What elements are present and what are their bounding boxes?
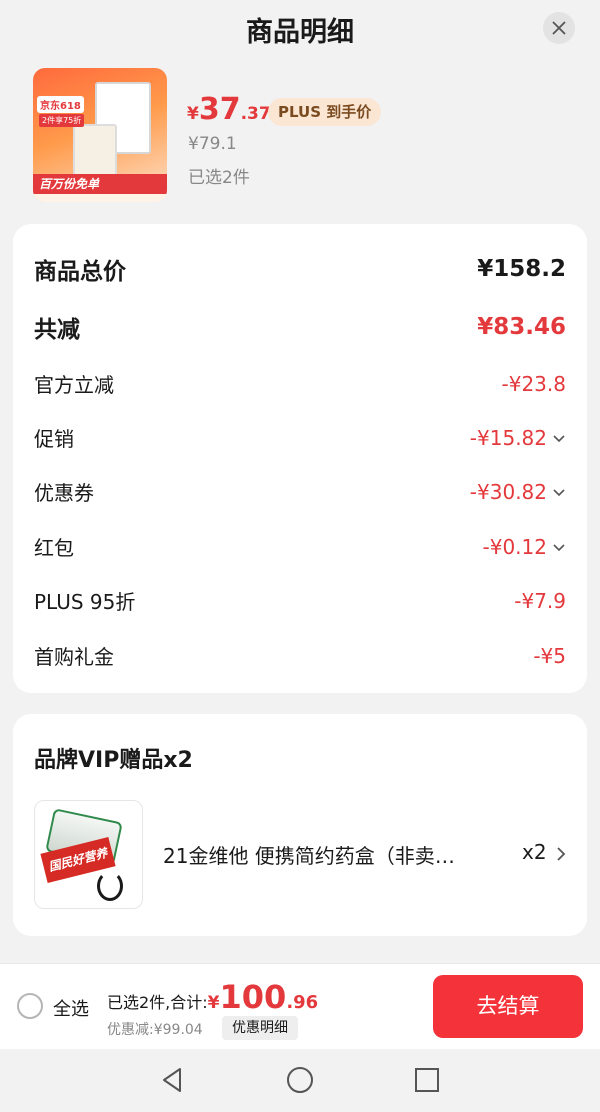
price-row-label: 优惠券 bbox=[34, 481, 94, 505]
page-title: 商品明细 bbox=[246, 17, 354, 48]
price-row-value: ¥83.46 bbox=[477, 314, 566, 340]
price-row-red-packet[interactable]: 红包 -¥0.12 bbox=[34, 532, 566, 561]
price-row-label: 共减 bbox=[34, 317, 80, 343]
price-row-label: 官方立减 bbox=[34, 373, 114, 397]
discount-amount: 优惠减:¥99.04 bbox=[107, 1022, 203, 1038]
product-image-banner: 百万份免单 bbox=[33, 174, 167, 194]
price-row-value: -¥23.8 bbox=[501, 371, 566, 396]
price-row-label: PLUS 95折 bbox=[34, 590, 136, 614]
nav-home-icon[interactable] bbox=[285, 1065, 315, 1095]
gift-name[interactable]: 21金维他 便携简约药盒（非卖品） bbox=[163, 840, 473, 869]
select-all-label[interactable]: 全选 bbox=[53, 995, 89, 1021]
price-row-label: 红包 bbox=[34, 536, 74, 560]
price-row-label: 首购礼金 bbox=[34, 645, 114, 669]
gift-image[interactable]: 国民好营养 bbox=[34, 800, 143, 909]
nav-recent-icon[interactable] bbox=[412, 1065, 442, 1095]
total-label: 已选2件,合计: bbox=[107, 993, 208, 1012]
price-row-label: 商品总价 bbox=[34, 259, 126, 285]
price-row-plus-discount: PLUS 95折 -¥7.9 bbox=[34, 586, 566, 615]
price-row-value-wrap: -¥30.82 bbox=[470, 480, 566, 504]
chevron-down-icon bbox=[553, 488, 565, 496]
price-detail-card: 商品总价 ¥158.2 共减 ¥83.46 官方立减 -¥23.8 促销 -¥1… bbox=[13, 224, 587, 693]
price-row-value-wrap: -¥0.12 bbox=[483, 535, 566, 559]
product-image-strip bbox=[33, 194, 167, 202]
product-image-tag: 京东618 bbox=[37, 96, 84, 113]
chevron-down-icon bbox=[553, 543, 565, 551]
price-row-value: -¥7.9 bbox=[514, 588, 566, 613]
plus-price-badge: PLUS 到手价 bbox=[268, 98, 382, 126]
price-row-official-discount: 官方立减 -¥23.8 bbox=[34, 369, 566, 398]
price-row-promotion[interactable]: 促销 -¥15.82 bbox=[34, 423, 566, 452]
selected-count: 已选2件 bbox=[188, 168, 250, 188]
product-image-tag-2: 2件享75折 bbox=[39, 114, 85, 127]
price-row-first-purchase-credit: 首购礼金 -¥5 bbox=[34, 641, 566, 670]
product-image[interactable]: 京东618 2件享75折 百万份免单 bbox=[33, 68, 167, 202]
price-row-total-reduction: 共减 ¥83.46 bbox=[34, 310, 566, 344]
price-row-value: ¥158.2 bbox=[477, 256, 566, 282]
total-decimal: .96 bbox=[286, 992, 319, 1013]
lanyard-graphic bbox=[97, 871, 123, 901]
price-row-coupon[interactable]: 优惠券 -¥30.82 bbox=[34, 477, 566, 506]
product-box-graphic-2 bbox=[73, 124, 117, 178]
price-currency: ¥ bbox=[187, 104, 199, 124]
nav-back-icon[interactable] bbox=[158, 1065, 188, 1095]
total-summary: 已选2件,合计: ¥ 100 .96 bbox=[107, 978, 318, 1016]
price-row-value: -¥30.82 bbox=[469, 479, 547, 504]
close-icon bbox=[552, 21, 566, 35]
total-currency: ¥ bbox=[207, 993, 220, 1013]
gift-title: 品牌VIP赠品x2 bbox=[34, 748, 193, 773]
product-price: ¥ 37 .37 bbox=[187, 92, 271, 127]
price-row-label: 促销 bbox=[34, 427, 74, 451]
checkout-button[interactable]: 去结算 bbox=[433, 975, 583, 1038]
price-row-value: -¥15.82 bbox=[469, 425, 547, 450]
original-price: ¥79.1 bbox=[188, 134, 237, 154]
price-row-value-wrap: -¥15.82 bbox=[470, 426, 566, 450]
price-decimal: .37 bbox=[240, 104, 271, 124]
price-row-value: -¥0.12 bbox=[482, 534, 547, 559]
discount-detail-button[interactable]: 优惠明细 bbox=[222, 1016, 298, 1040]
price-integer: 37 bbox=[198, 92, 241, 127]
total-integer: 100 bbox=[219, 978, 287, 1016]
chevron-down-icon bbox=[553, 434, 565, 442]
select-all-checkbox[interactable] bbox=[17, 993, 43, 1019]
gift-card: 品牌VIP赠品x2 国民好营养 21金维他 便携简约药盒（非卖品） x2 bbox=[13, 714, 587, 936]
gift-quantity: x2 bbox=[522, 840, 547, 864]
close-button[interactable] bbox=[543, 12, 575, 44]
price-row-total: 商品总价 ¥158.2 bbox=[34, 252, 566, 286]
chevron-right-icon[interactable] bbox=[553, 846, 569, 862]
price-row-value: -¥5 bbox=[533, 643, 566, 668]
system-nav-bar bbox=[0, 1049, 600, 1112]
checkout-bar: 全选 已选2件,合计: ¥ 100 .96 优惠减:¥99.04 优惠明细 去结… bbox=[0, 963, 600, 1049]
